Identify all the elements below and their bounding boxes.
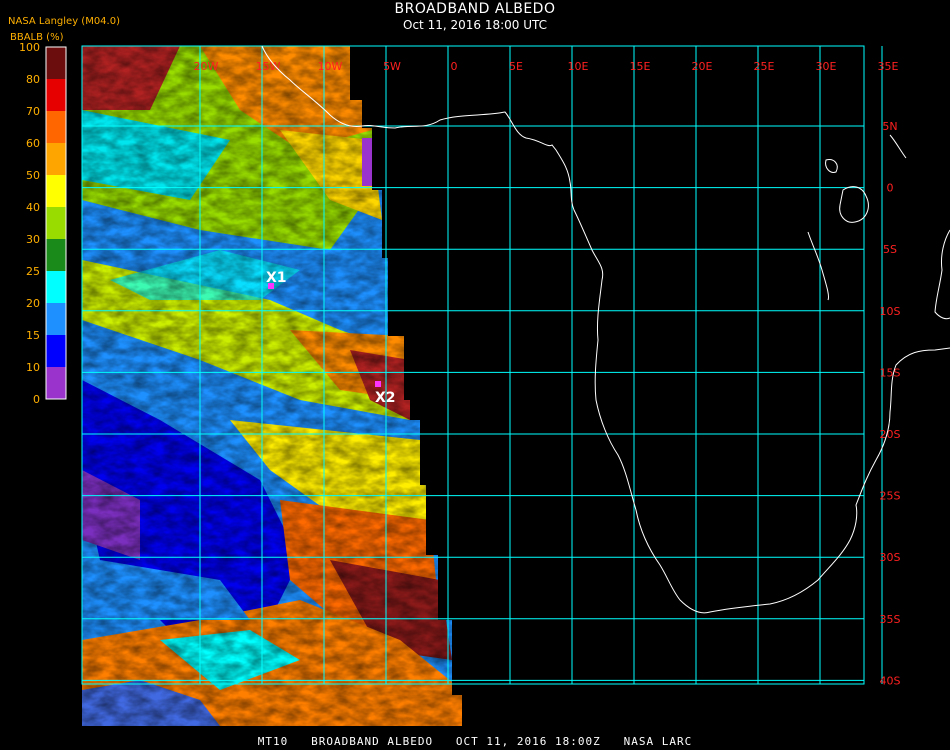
colorbar-tick-label: 50 [26,169,40,182]
colorbar-segment [46,175,66,208]
colorbar-tick-label: 20 [26,297,40,310]
albedo-map: 20W 15W 10W 5W 0 5E 10E 15E 20E 25E 30E 35E 5N 0 5S 10S… [19,41,950,726]
latitude-label: 5S [883,243,897,256]
latitude-label: 10S [880,305,901,318]
colorbar-segment [46,111,66,144]
latitude-label: 35S [880,613,901,626]
longitude-label: 35E [878,60,899,73]
colorbar-tick-label: 70 [26,105,40,118]
colorbar-tick-label: 100 [19,41,40,54]
colorbar: 100807060504030252015100 [19,41,67,406]
colorbar-segment [46,79,66,112]
colorbar-segment [46,47,66,80]
colorbar-tick-label: 80 [26,73,40,86]
colorbar-segment [46,271,66,304]
longitude-label: 5W [383,60,401,73]
latitude-label: 40S [880,674,901,687]
longitude-label: 30E [816,60,837,73]
colorbar-tick-label: 15 [26,329,40,342]
marker-label: X1 [266,270,287,286]
longitude-label: 10E [568,60,589,73]
longitude-label: 5E [509,60,523,73]
latitude-label: 20S [880,428,901,441]
albedo-image [82,46,462,726]
latitude-label: 25S [880,490,901,503]
colorbar-tick-label: 40 [26,201,40,214]
latitude-label: 0 [887,182,894,195]
colorbar-tick-label: 60 [26,137,40,150]
colorbar-segment [46,239,66,272]
longitude-label: 10W [318,60,343,73]
colorbar-tick-label: 25 [26,265,40,278]
colorbar-segment [46,303,66,336]
longitude-label: 15W [256,60,281,73]
colorbar-segment [46,207,66,240]
colorbar-segment [46,143,66,176]
colorbar-tick-label: 30 [26,233,40,246]
latitude-label: 30S [880,551,901,564]
colorbar-tick-label: 10 [26,361,40,374]
latitude-label: 15S [880,366,901,379]
colorbar-tick-label: 0 [33,393,40,406]
map-footer: MT10 BROADBAND ALBEDO OCT 11, 2016 18:00… [257,735,693,748]
longitude-label: 0 [451,60,458,73]
longitude-label: 25E [754,60,775,73]
longitude-label: 20W [194,60,219,73]
marker-point [375,381,381,387]
longitude-label: 15E [630,60,651,73]
colorbar-segment [46,335,66,368]
marker-label: X2 [375,390,396,406]
colorbar-segment [46,367,66,400]
longitude-label: 20E [692,60,713,73]
map-stage: BROADBAND ALBEDO Oct 11, 2016 18:00 UTC … [0,0,950,750]
latitude-label: 5N [882,120,897,133]
